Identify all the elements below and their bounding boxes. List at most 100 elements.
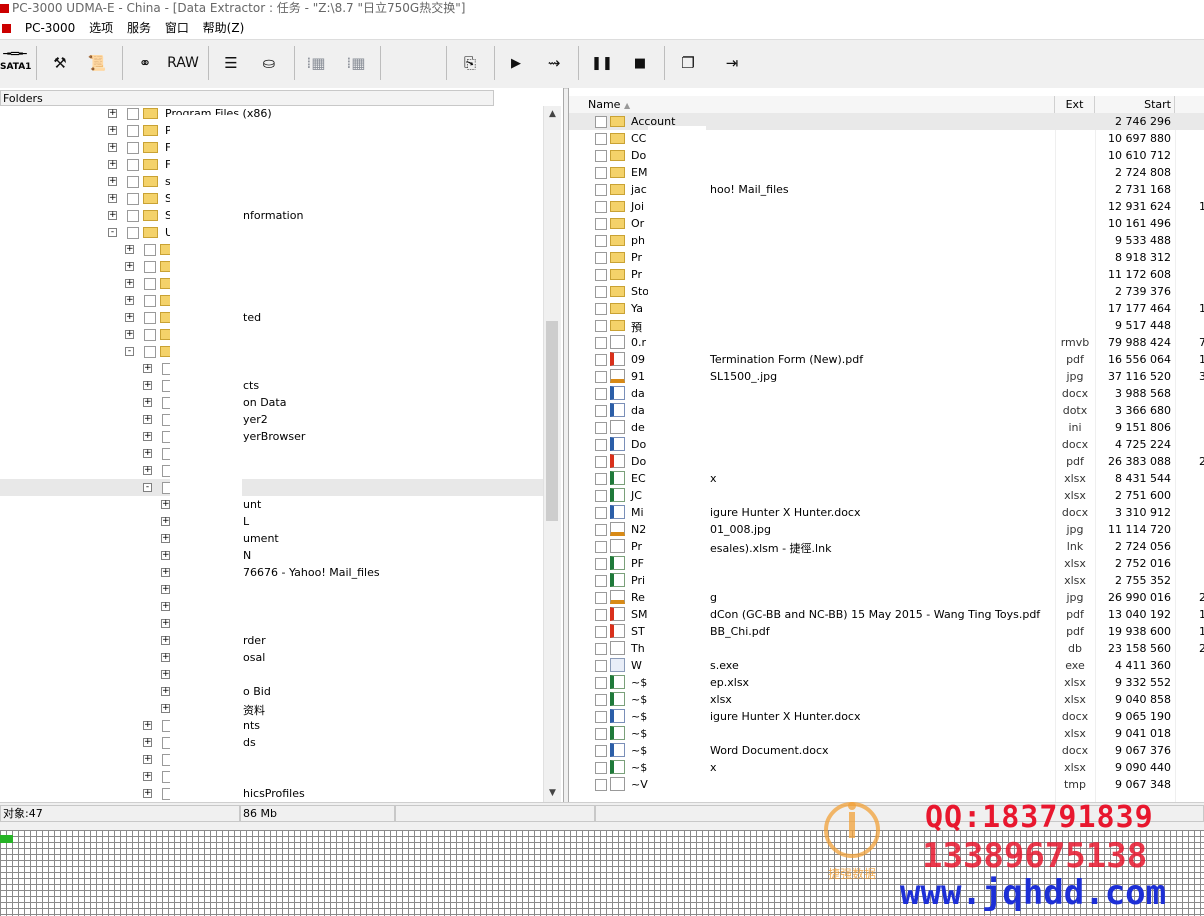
expand-icon[interactable]: +	[143, 466, 152, 475]
folder-tree-row[interactable]: +	[0, 275, 543, 292]
folder-tree-row[interactable]: + ument	[0, 530, 543, 547]
expand-icon[interactable]: +	[143, 415, 152, 424]
folder-tree-row[interactable]: +	[0, 241, 543, 258]
folder-checkbox[interactable]	[127, 193, 139, 205]
menu-service[interactable]: 服务	[122, 18, 156, 39]
file-checkbox[interactable]	[595, 337, 607, 349]
folder-tree-row[interactable]: + Snformation	[0, 207, 543, 224]
raw-button[interactable]: RAW	[164, 46, 202, 80]
disk-icon[interactable]: ⛀	[254, 46, 284, 80]
expand-icon[interactable]: +	[108, 177, 117, 186]
folder-tree-row[interactable]: +	[0, 360, 543, 377]
menu-window[interactable]: 窗口	[160, 18, 194, 39]
expand-icon[interactable]: +	[125, 330, 134, 339]
folder-tree-row[interactable]: + L	[0, 513, 543, 530]
folder-tree-row[interactable]: + on Data	[0, 394, 543, 411]
column-start[interactable]: Start	[1095, 96, 1175, 113]
expand-icon[interactable]: +	[108, 211, 117, 220]
export-icon[interactable]: ⎘	[454, 46, 486, 80]
file-checkbox[interactable]	[595, 592, 607, 604]
expand-icon[interactable]: +	[161, 534, 170, 543]
file-checkbox[interactable]	[595, 286, 607, 298]
expand-icon[interactable]: +	[125, 279, 134, 288]
expand-icon[interactable]: +	[161, 551, 170, 560]
folder-checkbox[interactable]	[127, 142, 139, 154]
folder-tree-row[interactable]: + s	[0, 173, 543, 190]
column-name[interactable]: Name ▲	[585, 96, 1055, 113]
tools-icon[interactable]: ⚒	[44, 46, 76, 80]
expand-icon[interactable]: +	[143, 738, 152, 747]
file-checkbox[interactable]	[595, 405, 607, 417]
scroll-down-icon[interactable]: ▼	[544, 785, 561, 802]
binoculars-icon[interactable]: ⚭	[130, 46, 160, 80]
folder-tree-row[interactable]: + Program Files (x86)	[0, 105, 543, 122]
expand-icon[interactable]: +	[161, 585, 170, 594]
file-checkbox[interactable]	[595, 694, 607, 706]
folder-tree-row[interactable]: + yerBrowser	[0, 428, 543, 445]
folder-tree-row[interactable]: + yer2	[0, 411, 543, 428]
route-icon[interactable]: ⇝	[536, 46, 572, 80]
expand-icon[interactable]: +	[108, 194, 117, 203]
folder-tree-row[interactable]: +	[0, 445, 543, 462]
file-checkbox[interactable]	[595, 320, 607, 332]
file-checkbox[interactable]	[595, 728, 607, 740]
folder-checkbox[interactable]	[144, 346, 156, 358]
file-checkbox[interactable]	[595, 609, 607, 621]
file-checkbox[interactable]	[595, 575, 607, 587]
expand-icon[interactable]: +	[108, 109, 117, 118]
pause-icon[interactable]: ❚❚	[588, 46, 616, 80]
folder-tree-row[interactable]: +	[0, 326, 543, 343]
file-checkbox[interactable]	[595, 150, 607, 162]
file-checkbox[interactable]	[595, 456, 607, 468]
file-checkbox[interactable]	[595, 252, 607, 264]
folder-tree-row[interactable]: + F	[0, 156, 543, 173]
file-checkbox[interactable]	[595, 201, 607, 213]
folder-tree-row[interactable]: + rder	[0, 632, 543, 649]
copy-windows-icon[interactable]: ❐	[672, 46, 704, 80]
file-checkbox[interactable]	[595, 371, 607, 383]
folder-tree-row[interactable]: + F	[0, 139, 543, 156]
folder-tree-row[interactable]: +	[0, 615, 543, 632]
file-checkbox[interactable]	[595, 490, 607, 502]
folder-checkbox[interactable]	[127, 108, 139, 120]
file-checkbox[interactable]	[595, 779, 607, 791]
expand-icon[interactable]: +	[143, 789, 152, 798]
file-checkbox[interactable]	[595, 643, 607, 655]
expand-icon[interactable]: +	[108, 143, 117, 152]
expand-icon[interactable]: +	[161, 670, 170, 679]
expand-icon[interactable]: +	[161, 568, 170, 577]
file-checkbox[interactable]	[595, 558, 607, 570]
expand-icon[interactable]: +	[161, 500, 170, 509]
folder-tree-row[interactable]: + unt	[0, 496, 543, 513]
scroll-icon[interactable]: 📜	[82, 46, 112, 80]
folder-tree-row[interactable]: + hicsProfiles	[0, 785, 543, 802]
file-checkbox[interactable]	[595, 354, 607, 366]
tree-alt-icon[interactable]: ⁞▦	[338, 46, 374, 80]
disk-stack-icon[interactable]: ☰	[216, 46, 246, 80]
folder-tree-row[interactable]: -	[0, 479, 543, 496]
folder-tree-row[interactable]: + ted	[0, 309, 543, 326]
expand-icon[interactable]: +	[143, 381, 152, 390]
file-checkbox[interactable]	[595, 711, 607, 723]
file-checkbox[interactable]	[595, 422, 607, 434]
folder-tree-row[interactable]: + S	[0, 190, 543, 207]
folder-checkbox[interactable]	[144, 329, 156, 341]
folder-checkbox[interactable]	[144, 278, 156, 290]
folders-header[interactable]: Folders	[0, 90, 494, 106]
folder-checkbox[interactable]	[127, 210, 139, 222]
collapse-icon[interactable]: -	[108, 228, 117, 237]
expand-icon[interactable]: +	[161, 704, 170, 713]
file-checkbox[interactable]	[595, 235, 607, 247]
expand-icon[interactable]: +	[108, 126, 117, 135]
folder-tree-row[interactable]: +	[0, 292, 543, 309]
file-checkbox[interactable]	[595, 473, 607, 485]
file-checkbox[interactable]	[595, 524, 607, 536]
exit-icon[interactable]: ⇥	[716, 46, 748, 80]
expand-icon[interactable]: +	[143, 449, 152, 458]
folder-tree-row[interactable]: + cts	[0, 377, 543, 394]
collapse-icon[interactable]: -	[143, 483, 152, 492]
scroll-up-icon[interactable]: ▲	[544, 106, 561, 123]
folder-tree-row[interactable]: + nts	[0, 717, 543, 734]
expand-icon[interactable]: +	[161, 602, 170, 611]
folder-checkbox[interactable]	[144, 261, 156, 273]
